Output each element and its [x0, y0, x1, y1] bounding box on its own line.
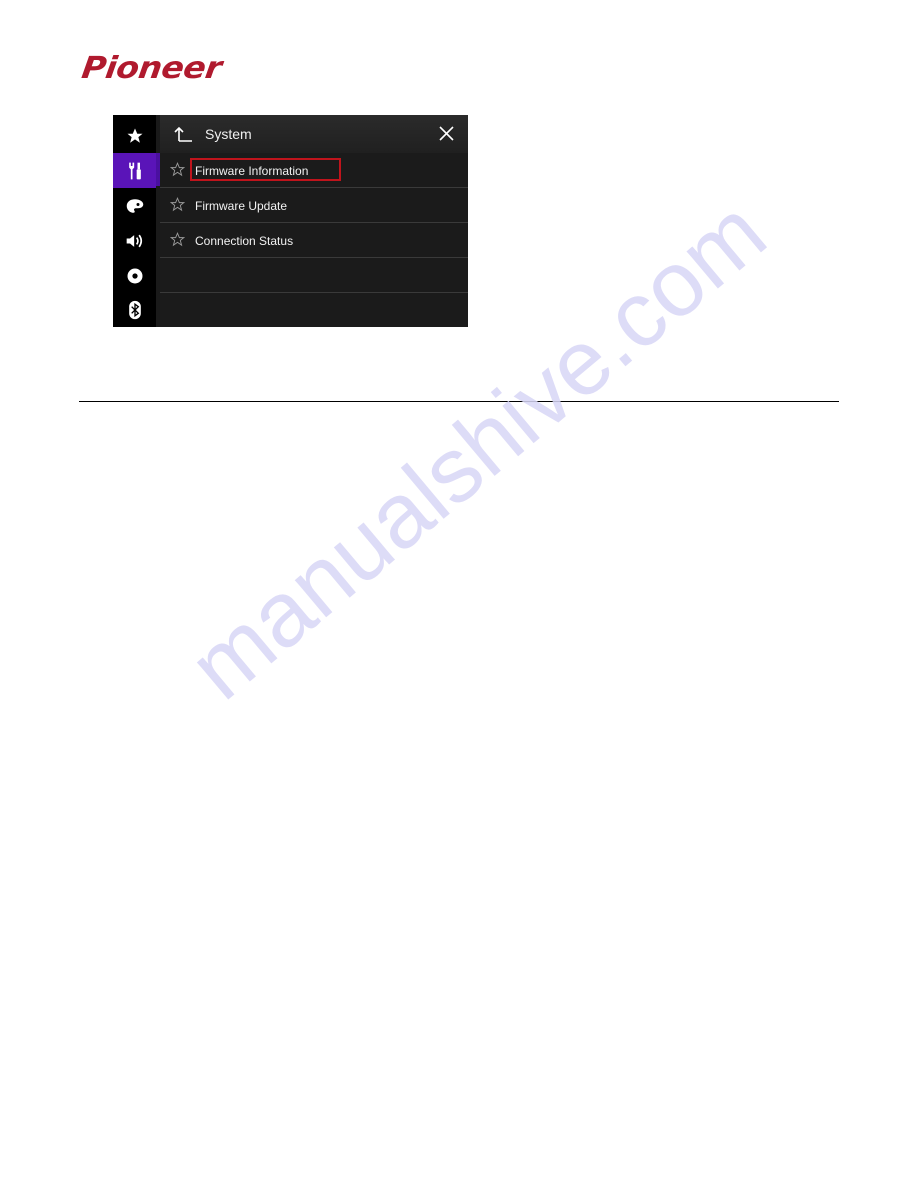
settings-screen: System Firmware Information Firmware Upd… — [113, 115, 468, 327]
sidebar-item-theme[interactable] — [113, 188, 156, 223]
sidebar-item-audio[interactable] — [113, 223, 156, 258]
header: System — [160, 115, 468, 153]
favorite-star-icon[interactable] — [170, 197, 185, 212]
tools-icon — [128, 162, 141, 179]
back-arrow-icon[interactable] — [174, 124, 194, 144]
list-item-connection-status[interactable]: Connection Status — [160, 223, 468, 258]
list-item-firmware-update[interactable]: Firmware Update — [160, 188, 468, 223]
pioneer-logo: Pioneer — [79, 48, 276, 88]
sidebar — [113, 115, 156, 327]
disc-icon — [127, 268, 142, 283]
settings-list: Firmware Information Firmware Update Con… — [160, 153, 468, 327]
list-item-label: Firmware Update — [195, 199, 288, 213]
bluetooth-icon — [128, 300, 141, 319]
sidebar-item-favorites[interactable] — [113, 118, 156, 153]
speaker-icon — [126, 234, 142, 247]
list-item-empty — [160, 258, 468, 293]
close-icon[interactable] — [439, 126, 454, 141]
list-item-label: Connection Status — [195, 234, 294, 248]
palette-icon — [126, 198, 143, 213]
page-title: System — [205, 126, 252, 142]
sidebar-item-system[interactable] — [113, 153, 156, 188]
favorite-star-icon[interactable] — [170, 232, 185, 247]
list-item-firmware-information[interactable]: Firmware Information — [160, 153, 468, 188]
favorite-star-icon[interactable] — [170, 162, 185, 177]
logo-text: Pioneer — [79, 49, 224, 86]
highlight-box — [190, 158, 341, 181]
sidebar-item-video[interactable] — [113, 258, 156, 293]
horizontal-rule — [79, 401, 839, 402]
star-icon — [127, 128, 142, 143]
list-item-empty — [160, 293, 468, 327]
sidebar-item-bluetooth[interactable] — [113, 292, 156, 327]
